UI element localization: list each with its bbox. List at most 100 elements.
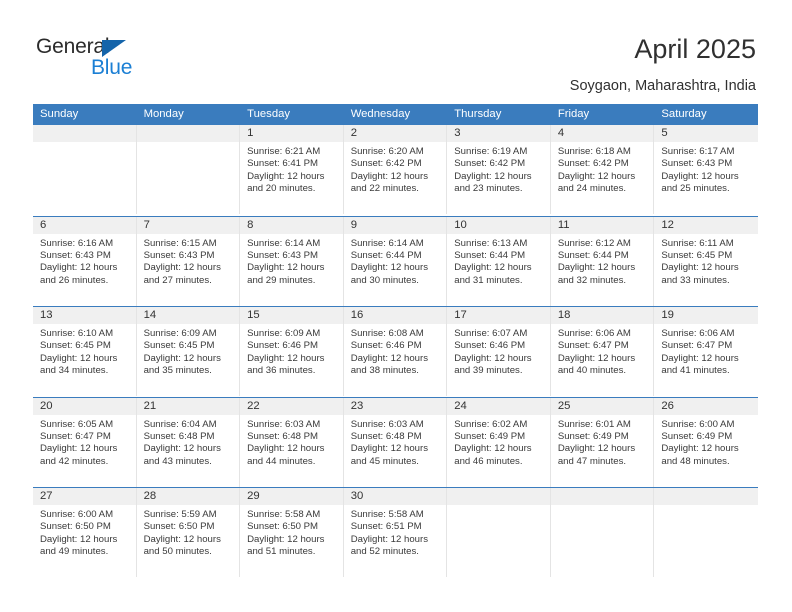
day-detail-line: Sunset: 6:45 PM (661, 249, 733, 261)
calendar-day-cell[interactable]: 15 Sunrise: 6:09 AM Sunset: 6:46 PM Dayligh… (240, 307, 344, 396)
calendar-day-cell[interactable]: 14 Sunrise: 6:09 AM Sunset: 6:45 PM Dayligh… (136, 307, 241, 396)
day-detail-line: Sunrise: 6:19 AM (454, 146, 528, 157)
calendar-empty-cell (550, 488, 655, 577)
day-number: 30 (343, 488, 447, 505)
day-detail-line: Sunset: 6:51 PM (350, 521, 422, 533)
day-detail-line: Sunset: 6:46 PM (454, 340, 526, 352)
day-detail-line: and 36 minutes. (247, 365, 316, 377)
weekday-monday: Monday (143, 108, 184, 120)
day-detail-line: Sunrise: 5:59 AM (143, 509, 217, 520)
calendar-day-cell[interactable]: 21 Sunrise: 6:04 AM Sunset: 6:48 PM Dayligh… (136, 397, 241, 487)
day-detail-line: Sunset: 6:47 PM (661, 340, 733, 352)
day-details: Sunrise: 6:12 AM Sunset: 6:44 PM Daylight:… (551, 234, 654, 288)
weekday-tuesday: Tuesday (247, 108, 291, 120)
day-details: Sunrise: 6:07 AM Sunset: 6:46 PM Daylight:… (447, 324, 550, 378)
day-number: 23 (343, 397, 447, 415)
calendar-day-cell[interactable]: 11 Sunrise: 6:12 AM Sunset: 6:44 PM Dayligh… (550, 216, 655, 306)
day-details: Sunrise: 6:10 AM Sunset: 6:45 PM Daylight:… (33, 324, 136, 378)
day-detail-line: Sunrise: 6:14 AM (247, 237, 321, 249)
day-details: Sunrise: 6:14 AM Sunset: 6:44 PM Daylight:… (344, 234, 447, 288)
day-number: 18 (550, 307, 654, 324)
day-detail-line: Daylight: 12 hours (661, 352, 739, 364)
day-number: 4 (550, 125, 654, 142)
day-details: Sunrise: 6:05 AM Sunset: 6:47 PM Daylight:… (33, 415, 136, 469)
calendar-day-cell[interactable]: 25 Sunrise: 6:01 AM Sunset: 6:49 PM Dayligh… (550, 397, 655, 487)
calendar-day-cell[interactable]: 16 Sunrise: 6:08 AM Sunset: 6:46 PM Dayligh… (343, 307, 448, 396)
day-detail-line: and 38 minutes. (350, 365, 419, 377)
day-detail-line: Daylight: 12 hours (454, 262, 532, 274)
calendar-day-cell[interactable]: 27 Sunrise: 6:00 AM Sunset: 6:50 PM Dayligh… (33, 488, 137, 577)
day-detail-line: Sunset: 6:43 PM (247, 249, 319, 261)
calendar-empty-cell (33, 125, 137, 214)
day-detail-line: Sunset: 6:42 PM (454, 158, 526, 170)
calendar-day-cell[interactable]: 22 Sunrise: 6:03 AM Sunset: 6:48 PM Dayligh… (240, 397, 344, 487)
day-detail-line: and 43 minutes. (143, 455, 212, 467)
day-detail-line: Sunset: 6:43 PM (143, 249, 215, 261)
day-number: 2 (343, 125, 447, 142)
day-detail-line: Sunrise: 5:58 AM (350, 509, 424, 520)
day-detail-line: Sunset: 6:42 PM (557, 158, 629, 170)
day-details (137, 142, 240, 146)
calendar-day-cell[interactable]: 18 Sunrise: 6:06 AM Sunset: 6:47 PM Dayligh… (550, 307, 655, 396)
calendar-week-row: 13 Sunrise: 6:10 AM Sunset: 6:45 PM Dayligh… (33, 306, 758, 397)
calendar-day-cell[interactable]: 28 Sunrise: 5:59 AM Sunset: 6:50 PM Dayligh… (136, 488, 241, 577)
day-detail-line: Sunrise: 6:12 AM (557, 237, 631, 249)
day-detail-line: Sunrise: 6:02 AM (454, 418, 528, 430)
calendar-day-cell[interactable]: 9 Sunrise: 6:14 AM Sunset: 6:44 PM Daylight… (343, 216, 448, 306)
calendar-day-cell[interactable]: 24 Sunrise: 6:02 AM Sunset: 6:49 PM Dayligh… (447, 397, 551, 487)
calendar-day-cell[interactable]: 20 Sunrise: 6:05 AM Sunset: 6:47 PM Dayligh… (33, 397, 137, 487)
brand-name-general: General (36, 35, 110, 58)
day-detail-line: and 48 minutes. (661, 455, 730, 467)
calendar-day-cell[interactable]: 10 Sunrise: 6:13 AM Sunset: 6:44 PM Dayligh… (447, 216, 551, 306)
calendar-day-cell[interactable]: 4 Sunrise: 6:18 AM Sunset: 6:42 PM Daylight… (550, 125, 655, 214)
weekday-wednesday: Wednesday (350, 108, 411, 120)
calendar-day-cell[interactable]: 2 Sunrise: 6:20 AM Sunset: 6:42 PM Daylight… (343, 125, 448, 214)
day-details: Sunrise: 6:09 AM Sunset: 6:46 PM Daylight:… (240, 324, 343, 378)
day-details: Sunrise: 6:01 AM Sunset: 6:49 PM Daylight:… (551, 415, 654, 469)
calendar-day-cell[interactable]: 12 Sunrise: 6:11 AM Sunset: 6:45 PM Dayligh… (654, 216, 758, 306)
calendar-day-cell[interactable]: 3 Sunrise: 6:19 AM Sunset: 6:42 PM Daylight… (447, 125, 551, 214)
calendar-day-cell[interactable]: 29 Sunrise: 5:58 AM Sunset: 6:50 PM Dayligh… (240, 488, 344, 577)
day-details (447, 505, 550, 509)
day-detail-line: Sunrise: 6:17 AM (661, 146, 735, 157)
day-detail-line: and 27 minutes. (143, 274, 212, 286)
calendar-page: General Blue April 2025 Soygaon, Maharas… (0, 0, 792, 612)
day-details: Sunrise: 6:06 AM Sunset: 6:47 PM Daylight:… (654, 324, 758, 378)
calendar-day-cell[interactable]: 26 Sunrise: 6:00 AM Sunset: 6:49 PM Dayligh… (654, 397, 758, 487)
day-details: Sunrise: 6:00 AM Sunset: 6:50 PM Daylight:… (33, 505, 136, 559)
brand-logo[interactable]: General Blue (36, 36, 176, 86)
day-details: Sunrise: 6:03 AM Sunset: 6:48 PM Daylight:… (344, 415, 447, 469)
day-detail-line: Sunset: 6:49 PM (661, 430, 733, 442)
calendar-day-cell[interactable]: 7 Sunrise: 6:15 AM Sunset: 6:43 PM Daylight… (136, 216, 241, 306)
calendar-day-cell[interactable]: 5 Sunrise: 6:17 AM Sunset: 6:43 PM Daylight… (654, 125, 758, 214)
calendar-day-cell[interactable]: 6 Sunrise: 6:16 AM Sunset: 6:43 PM Daylight… (33, 216, 137, 306)
weekday-friday: Friday (557, 108, 590, 120)
day-detail-line: and 24 minutes. (557, 183, 627, 195)
day-details: Sunrise: 6:20 AM Sunset: 6:42 PM Daylight:… (344, 142, 447, 196)
calendar-day-cell[interactable]: 1 Sunrise: 6:21 AM Sunset: 6:41 PM Daylight… (240, 125, 344, 214)
day-detail-line: Sunset: 6:50 PM (247, 521, 319, 533)
day-detail-line: Sunrise: 6:21 AM (247, 146, 321, 157)
day-detail-line: Daylight: 12 hours (40, 443, 118, 455)
day-details: Sunrise: 6:21 AM Sunset: 6:41 PM Daylight:… (240, 142, 343, 196)
day-detail-line: Daylight: 12 hours (40, 262, 118, 274)
calendar-day-cell[interactable]: 23 Sunrise: 6:03 AM Sunset: 6:48 PM Dayligh… (343, 397, 448, 487)
day-detail-line: Daylight: 12 hours (143, 443, 221, 455)
day-number: 27 (33, 488, 136, 505)
day-detail-line: Sunrise: 6:09 AM (143, 328, 217, 339)
day-detail-line: and 33 minutes. (661, 274, 730, 286)
calendar-day-cell[interactable]: 13 Sunrise: 6:10 AM Sunset: 6:45 PM Dayligh… (33, 307, 137, 396)
day-details (33, 142, 136, 146)
day-number: 10 (447, 216, 550, 234)
day-detail-line: Daylight: 12 hours (247, 262, 325, 274)
day-detail-line: and 29 minutes. (247, 274, 316, 286)
calendar-day-cell[interactable]: 8 Sunrise: 6:14 AM Sunset: 6:43 PM Daylight… (240, 216, 344, 306)
day-detail-line: and 35 minutes. (143, 365, 212, 377)
calendar-day-cell[interactable]: 19 Sunrise: 6:06 AM Sunset: 6:47 PM Dayligh… (654, 307, 758, 396)
day-details: Sunrise: 6:03 AM Sunset: 6:48 PM Daylight:… (240, 415, 343, 469)
calendar-day-cell[interactable]: 17 Sunrise: 6:07 AM Sunset: 6:46 PM Dayligh… (447, 307, 551, 396)
calendar-empty-cell (447, 488, 551, 577)
day-detail-line: Daylight: 12 hours (557, 443, 636, 455)
weekday-sunday: Sunday (40, 108, 79, 120)
calendar-day-cell[interactable]: 30 Sunrise: 5:58 AM Sunset: 6:51 PM Dayligh… (343, 488, 448, 577)
